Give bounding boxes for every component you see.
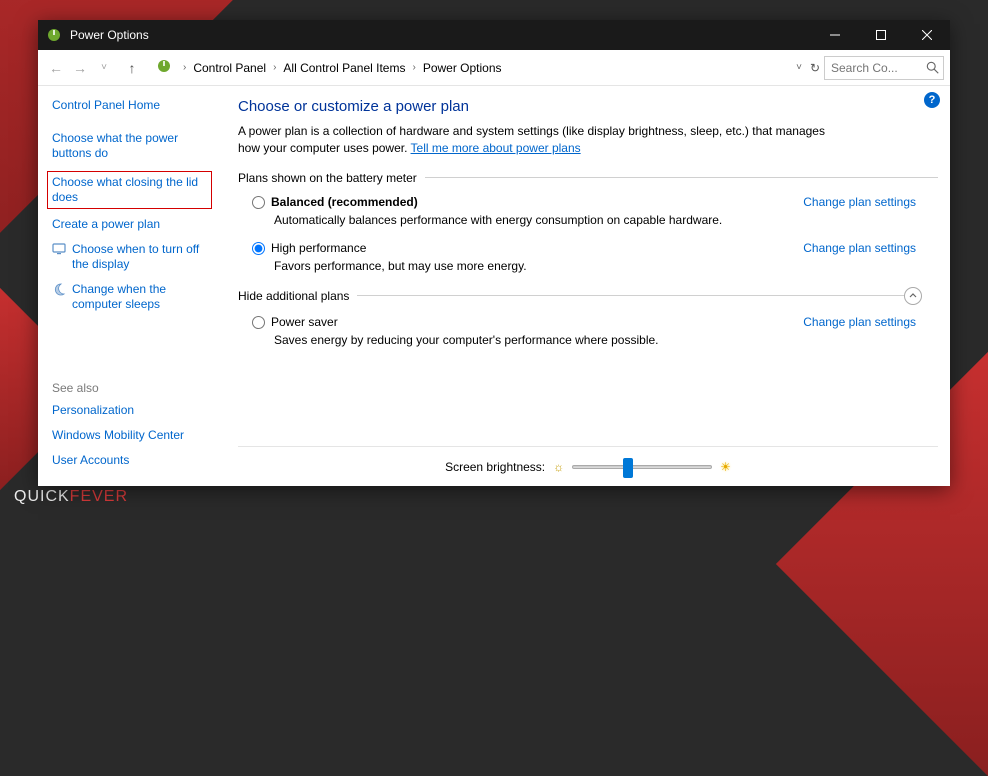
sun-bright-icon: ☀ bbox=[720, 460, 731, 474]
plan-balanced-desc: Automatically balances performance with … bbox=[238, 213, 758, 227]
radio-balanced[interactable] bbox=[252, 196, 265, 209]
search-icon[interactable] bbox=[926, 61, 940, 75]
section-hide-additional: Hide additional plans bbox=[238, 287, 938, 305]
change-plan-settings-balanced[interactable]: Change plan settings bbox=[803, 195, 916, 209]
collapse-button[interactable] bbox=[904, 287, 922, 305]
page-heading: Choose or customize a power plan bbox=[238, 98, 938, 115]
see-also-personalization[interactable]: Personalization bbox=[52, 403, 212, 418]
navbar: ← → ˅ ↑ › Control Panel › All Control Pa… bbox=[38, 50, 950, 86]
forward-button[interactable]: → bbox=[68, 60, 92, 76]
display-icon bbox=[52, 242, 66, 272]
power-options-nav-icon bbox=[156, 58, 172, 77]
close-button[interactable] bbox=[904, 20, 950, 50]
brightness-slider-thumb[interactable] bbox=[623, 458, 633, 478]
sidebar-link-turn-off-display[interactable]: Choose when to turn off the display bbox=[52, 242, 212, 272]
minimize-button[interactable] bbox=[812, 20, 858, 50]
sidebar-link-create-plan[interactable]: Create a power plan bbox=[52, 217, 212, 232]
plan-power-saver-desc: Saves energy by reducing your computer's… bbox=[238, 333, 758, 347]
change-plan-settings-high-perf[interactable]: Change plan settings bbox=[803, 241, 916, 255]
breadcrumb: › Control Panel › All Control Panel Item… bbox=[178, 61, 502, 75]
help-icon[interactable]: ? bbox=[924, 92, 940, 108]
see-also-mobility-center[interactable]: Windows Mobility Center bbox=[52, 428, 212, 443]
main-panel: ? Choose or customize a power plan A pow… bbox=[226, 86, 950, 486]
brightness-footer: Screen brightness: ☼ ☀ bbox=[238, 446, 938, 486]
window-title: Power Options bbox=[70, 28, 812, 42]
up-button[interactable]: ↑ bbox=[120, 60, 144, 76]
chevron-right-icon[interactable]: › bbox=[412, 62, 415, 73]
sidebar-link-power-buttons[interactable]: Choose what the power buttons do bbox=[52, 131, 212, 161]
maximize-button[interactable] bbox=[858, 20, 904, 50]
page-description: A power plan is a collection of hardware… bbox=[238, 123, 828, 157]
chevron-right-icon[interactable]: › bbox=[183, 62, 186, 73]
power-options-icon bbox=[46, 27, 62, 43]
tell-me-more-link[interactable]: Tell me more about power plans bbox=[411, 141, 581, 155]
chevron-right-icon[interactable]: › bbox=[273, 62, 276, 73]
change-plan-settings-power-saver[interactable]: Change plan settings bbox=[803, 315, 916, 329]
breadcrumb-item[interactable]: All Control Panel Items bbox=[283, 61, 405, 75]
control-panel-home-link[interactable]: Control Panel Home bbox=[52, 98, 212, 113]
breadcrumb-item[interactable]: Control Panel bbox=[193, 61, 266, 75]
breadcrumb-item[interactable]: Power Options bbox=[423, 61, 502, 75]
refresh-button[interactable]: ↻ bbox=[810, 61, 820, 75]
sidebar-link-computer-sleeps[interactable]: Change when the computer sleeps bbox=[52, 282, 212, 312]
sidebar: Control Panel Home Choose what the power… bbox=[38, 86, 226, 486]
section-plans-shown: Plans shown on the battery meter bbox=[238, 171, 938, 185]
titlebar: Power Options bbox=[38, 20, 950, 50]
brightness-label: Screen brightness: bbox=[445, 460, 545, 474]
sun-dim-icon: ☼ bbox=[553, 460, 564, 474]
radio-high-performance[interactable] bbox=[252, 242, 265, 255]
plan-balanced-label[interactable]: Balanced (recommended) bbox=[271, 195, 418, 209]
window: Power Options ← → ˅ ↑ › Control Panel › … bbox=[38, 20, 950, 486]
see-also-user-accounts[interactable]: User Accounts bbox=[52, 453, 212, 468]
plan-high-perf-label[interactable]: High performance bbox=[271, 241, 366, 255]
plan-high-perf-desc: Favors performance, but may use more ene… bbox=[238, 259, 758, 273]
moon-icon bbox=[52, 282, 66, 312]
sidebar-link-closing-lid[interactable]: Choose what closing the lid does bbox=[47, 171, 212, 209]
radio-power-saver[interactable] bbox=[252, 316, 265, 329]
plan-power-saver-label[interactable]: Power saver bbox=[271, 315, 338, 329]
recent-locations-dropdown[interactable]: ˅ bbox=[92, 62, 116, 73]
watermark: QUICKFEVER bbox=[14, 488, 128, 506]
see-also-header: See also bbox=[52, 381, 212, 395]
address-dropdown-icon[interactable]: ˅ bbox=[796, 62, 802, 73]
back-button[interactable]: ← bbox=[44, 60, 68, 76]
brightness-slider[interactable] bbox=[572, 465, 712, 469]
